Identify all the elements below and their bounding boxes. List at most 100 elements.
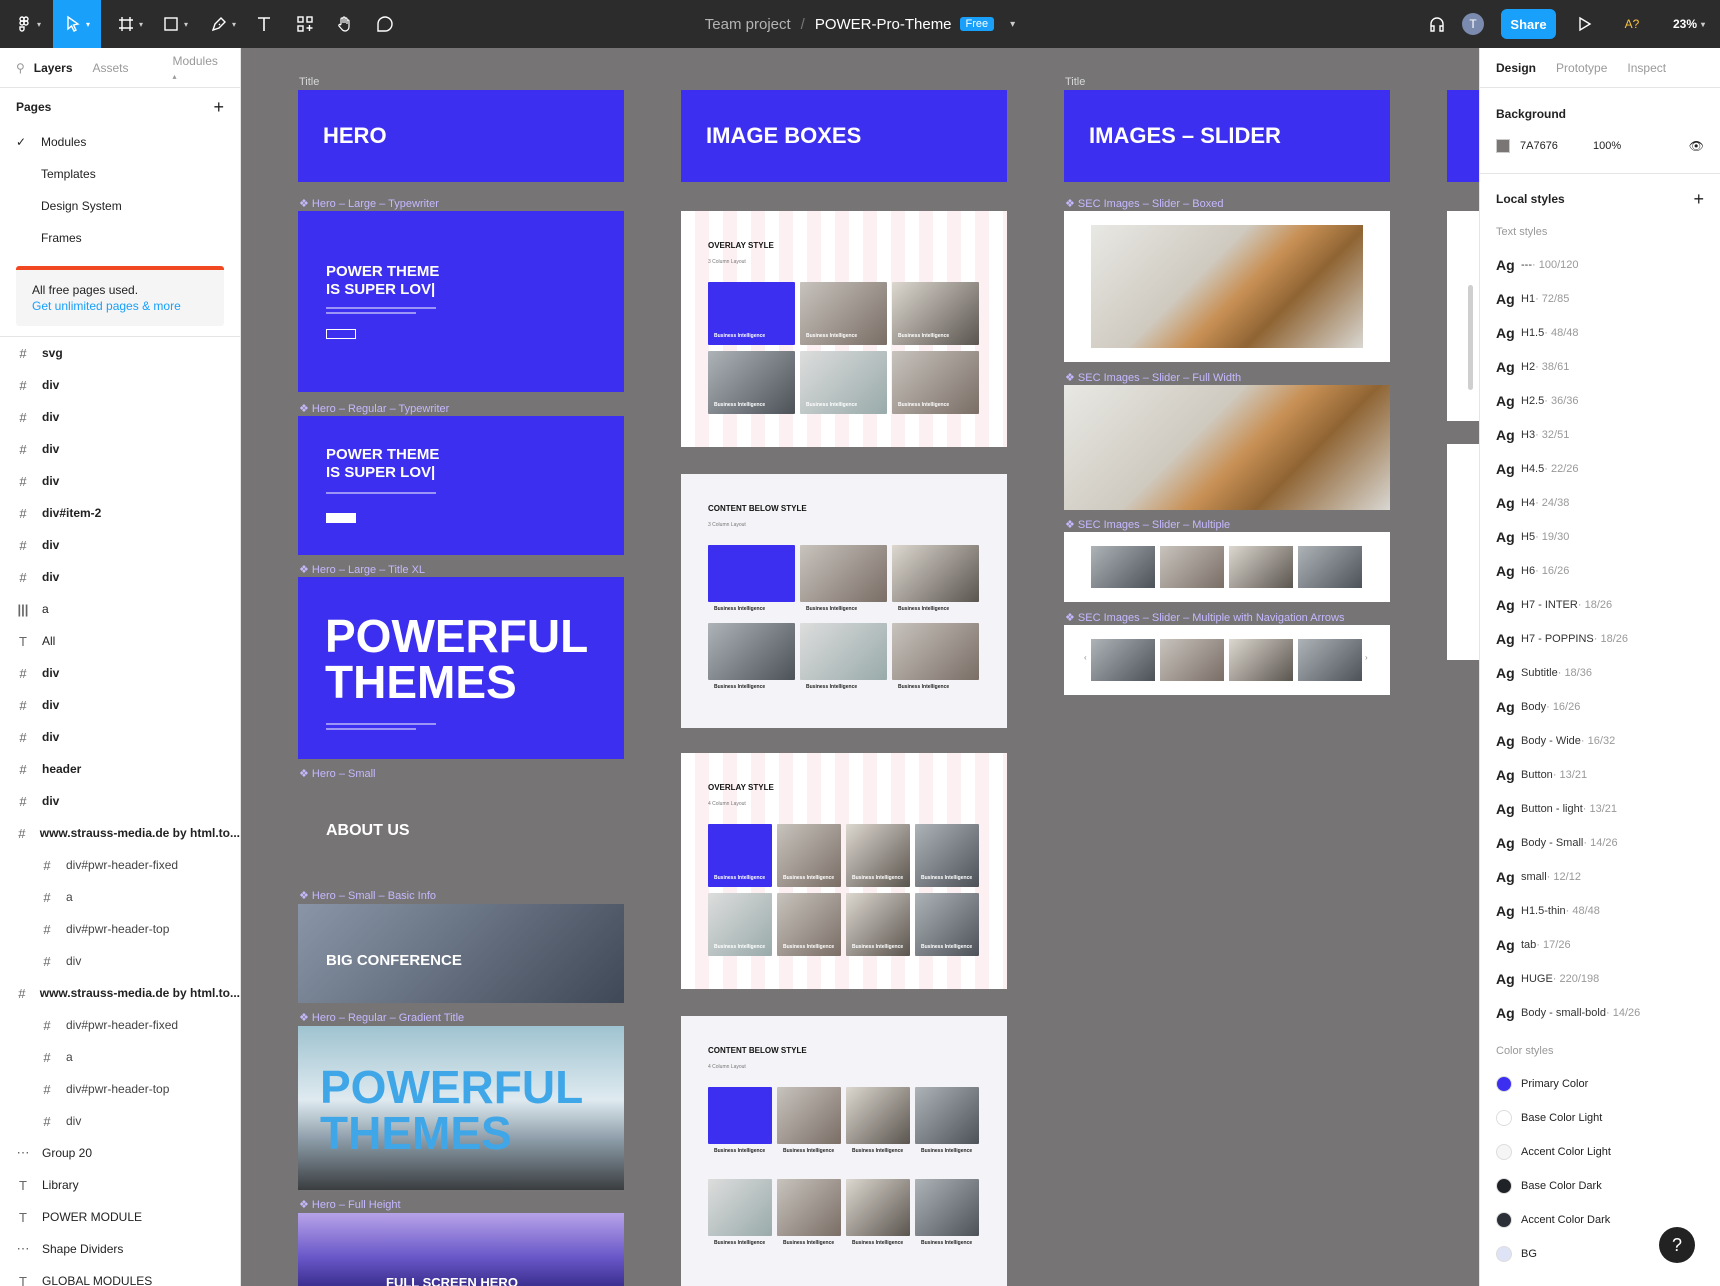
text-style-item[interactable]: Ag H2 · 38/61 — [1496, 350, 1704, 384]
text-style-item[interactable]: Ag small · 12/12 — [1496, 860, 1704, 894]
color-style-item[interactable]: Base Color Light — [1496, 1101, 1704, 1135]
pen-tool-button[interactable]: ▾ — [203, 0, 243, 48]
slider-multiple-arrows[interactable]: ‹ › — [1064, 625, 1390, 695]
frame-label-title[interactable]: Title — [299, 76, 319, 88]
text-style-item[interactable]: Ag H2.5 · 36/36 — [1496, 384, 1704, 418]
layer-row[interactable]: T POWER MODULE — [0, 1201, 240, 1233]
text-style-item[interactable]: Ag H6 · 16/26 — [1496, 554, 1704, 588]
layer-row[interactable]: # a — [0, 1041, 240, 1073]
layer-row[interactable]: # div — [0, 465, 240, 497]
overlay-style-frame-2[interactable]: OVERLAY STYLE 4 Column Layout Business I… — [681, 753, 1007, 989]
layer-row[interactable]: # div#pwr-header-fixed — [0, 849, 240, 881]
present-button[interactable] — [1574, 0, 1594, 48]
layer-row[interactable]: # div — [0, 369, 240, 401]
layer-row[interactable]: T All — [0, 625, 240, 657]
text-style-item[interactable]: Ag Button · 13/21 — [1496, 758, 1704, 792]
file-name[interactable]: POWER-Pro-Theme — [815, 16, 952, 33]
slider-full-width[interactable] — [1064, 385, 1390, 510]
text-style-item[interactable]: Ag H7 - POPPINS · 18/26 — [1496, 622, 1704, 656]
hero-regular-typewriter[interactable]: POWER THEME IS SUPER LOV| — [298, 416, 624, 555]
canvas-scrollbar[interactable] — [1468, 285, 1473, 390]
layer-row[interactable]: # div — [0, 945, 240, 977]
figma-menu-button[interactable]: ▾ — [8, 0, 48, 48]
help-button[interactable]: ? — [1659, 1227, 1695, 1263]
text-style-item[interactable]: Ag Body · 16/26 — [1496, 690, 1704, 724]
frame-label[interactable]: ❖ SEC Images – Slider – Boxed — [1065, 197, 1223, 210]
hand-tool-button[interactable] — [333, 0, 357, 48]
color-style-item[interactable]: Accent Color Light — [1496, 1135, 1704, 1169]
text-style-item[interactable]: Ag Body - small-bold · 14/26 — [1496, 996, 1704, 1030]
hero-small[interactable]: ABOUT US — [298, 782, 624, 881]
hero-full-height[interactable]: FULL SCREEN HERO — [298, 1213, 624, 1286]
comment-tool-button[interactable] — [373, 0, 397, 48]
background-swatch[interactable] — [1496, 139, 1510, 153]
layer-row[interactable]: # svg — [0, 337, 240, 369]
background-hex[interactable]: 7A7676 — [1520, 140, 1593, 152]
project-name[interactable]: Team project — [705, 16, 791, 33]
text-style-item[interactable]: Ag H4 · 24/38 — [1496, 486, 1704, 520]
audio-button[interactable] — [1425, 0, 1449, 48]
hero-small-basic-info[interactable]: BIG CONFERENCE — [298, 904, 624, 1003]
text-style-item[interactable]: Ag H1 · 72/85 — [1496, 282, 1704, 316]
slider-multiple[interactable] — [1064, 532, 1390, 602]
text-style-item[interactable]: Ag H1.5-thin · 48/48 — [1496, 894, 1704, 928]
shape-tool-button[interactable]: ▾ — [155, 0, 195, 48]
text-style-item[interactable]: Ag Body - Small · 14/26 — [1496, 826, 1704, 860]
next-column-banner[interactable] — [1447, 90, 1479, 182]
frame-label-title[interactable]: Title — [1065, 76, 1085, 88]
slider-boxed[interactable] — [1064, 211, 1390, 362]
tab-design[interactable]: Design — [1496, 61, 1536, 75]
text-style-item[interactable]: Ag HUGE · 220/198 — [1496, 962, 1704, 996]
text-tool-button[interactable] — [252, 0, 276, 48]
text-style-item[interactable]: Ag Body - Wide · 16/32 — [1496, 724, 1704, 758]
layer-row[interactable]: # div — [0, 401, 240, 433]
search-icon[interactable]: ⚲ — [16, 61, 25, 75]
hero-regular-gradient-title[interactable]: POWERFUL THEMES — [298, 1026, 624, 1190]
layer-row[interactable]: T GLOBAL MODULES — [0, 1265, 240, 1286]
frame-label[interactable]: ❖ SEC Images – Slider – Multiple — [1065, 518, 1230, 531]
hero-large-typewriter[interactable]: POWER THEME IS SUPER LOV| — [298, 211, 624, 392]
text-style-item[interactable]: Ag H3 · 32/51 — [1496, 418, 1704, 452]
add-page-icon[interactable]: + — [213, 97, 224, 118]
layer-row[interactable]: # div#pwr-header-top — [0, 913, 240, 945]
layer-row[interactable]: # div#pwr-header-top — [0, 1073, 240, 1105]
frame-label[interactable]: ❖ Hero – Full Height — [299, 1198, 401, 1211]
color-style-item[interactable]: Primary Color — [1496, 1067, 1704, 1101]
eye-icon[interactable]: 👁 — [1689, 139, 1704, 153]
layer-row[interactable]: # div — [0, 529, 240, 561]
next-column-frame[interactable] — [1447, 444, 1479, 660]
text-style-item[interactable]: Ag Subtitle · 18/36 — [1496, 656, 1704, 690]
tab-inspect[interactable]: Inspect — [1627, 61, 1666, 75]
layer-row[interactable]: ⋯ Group 20 — [0, 1137, 240, 1169]
layer-row[interactable]: # div — [0, 433, 240, 465]
tab-layers[interactable]: Layers — [34, 61, 73, 75]
user-avatar[interactable]: T — [1462, 13, 1484, 35]
layer-row[interactable]: # div — [0, 689, 240, 721]
frame-label[interactable]: ❖ SEC Images – Slider – Full Width — [1065, 371, 1241, 384]
tab-prototype[interactable]: Prototype — [1556, 61, 1607, 75]
layer-row[interactable]: ⋯ Shape Dividers — [0, 1233, 240, 1265]
background-opacity[interactable]: 100% — [1593, 140, 1689, 152]
layer-row[interactable]: T Library — [0, 1169, 240, 1201]
hero-large-title-xl[interactable]: POWERFUL THEMES — [298, 577, 624, 759]
layer-row[interactable]: # www.strauss-media.de by html.to... — [0, 977, 240, 1009]
next-column-frame[interactable] — [1447, 211, 1479, 421]
layer-row[interactable]: ||| a — [0, 593, 240, 625]
frame-tool-button[interactable]: ▾ — [110, 0, 150, 48]
images-slider-banner[interactable]: IMAGES – SLIDER — [1064, 90, 1390, 182]
file-menu-chevron-icon[interactable]: ▾ — [1010, 19, 1015, 30]
text-style-item[interactable]: Ag tab · 17/26 — [1496, 928, 1704, 962]
image-boxes-banner[interactable]: IMAGE BOXES — [681, 90, 1007, 182]
layer-row[interactable]: # a — [0, 881, 240, 913]
frame-label[interactable]: ❖ Hero – Regular – Typewriter — [299, 402, 449, 415]
layer-row[interactable]: # div — [0, 1105, 240, 1137]
upgrade-link[interactable]: Get unlimited pages & more — [32, 298, 208, 314]
hero-banner[interactable]: HERO — [298, 90, 624, 182]
background-fill-row[interactable]: 7A7676 100% 👁 — [1496, 131, 1704, 161]
content-below-style-frame-1[interactable]: CONTENT BELOW STYLE 3 Column Layout Busi… — [681, 474, 1007, 728]
overlay-style-frame-1[interactable]: OVERLAY STYLE 3 Column Layout Business I… — [681, 211, 1007, 447]
plan-badge[interactable]: Free — [959, 17, 995, 31]
page-item-design-system[interactable]: Design System — [0, 190, 240, 222]
frame-label[interactable]: ❖ Hero – Large – Title XL — [299, 563, 425, 576]
zoom-control[interactable]: 23% ▾ — [1665, 0, 1713, 48]
